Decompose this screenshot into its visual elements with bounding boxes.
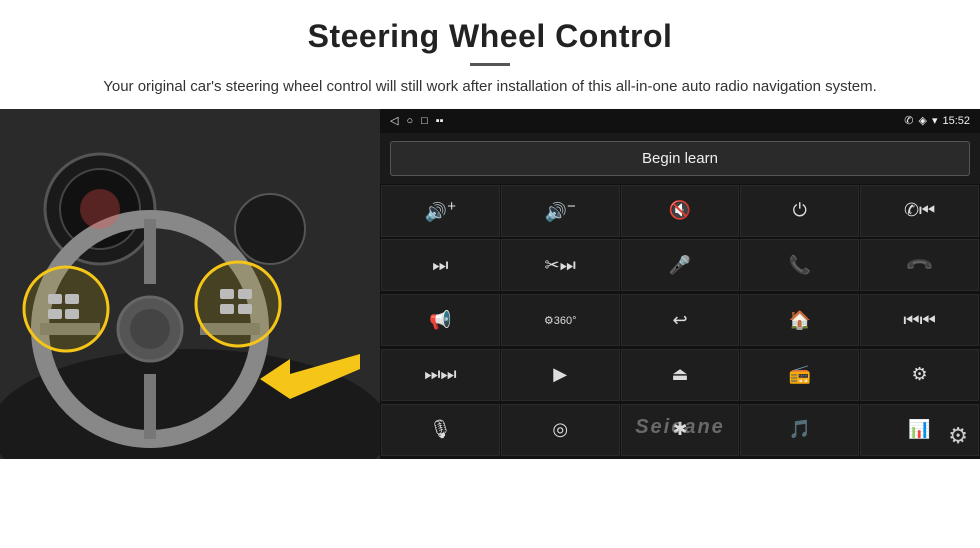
vol-up-icon: 🔊+ — [425, 198, 456, 223]
home-icon: 🏠 — [789, 310, 811, 331]
subtitle: Your original car's steering wheel contr… — [60, 76, 920, 99]
wifi-status-icon: ▾ — [932, 114, 938, 127]
begin-learn-row: Begin learn — [380, 133, 980, 184]
gear-settings-button[interactable]: ⚙ — [948, 423, 968, 449]
bluetooth-button[interactable]: ✱ — [621, 404, 740, 456]
mic2-button[interactable]: 🎙 — [381, 404, 500, 456]
home-nav-icon[interactable]: ○ — [406, 115, 413, 127]
skipback-icon: ⏮⏮ — [903, 310, 935, 331]
phone-prev-icon: ✆⏮ — [904, 200, 935, 221]
mic-icon: 🎤 — [669, 255, 691, 276]
title-divider — [470, 63, 510, 66]
ff-button[interactable]: ✂⏭ — [501, 239, 620, 291]
bluetooth-icon: ✱ — [672, 419, 687, 440]
mic2-icon: 🎙 — [429, 419, 452, 440]
home-button[interactable]: 🏠 — [740, 294, 859, 346]
recent-nav-icon[interactable]: □ — [421, 115, 428, 127]
mute-button[interactable]: 🔇 — [621, 185, 740, 237]
speaker-icon: 📢 — [429, 310, 451, 331]
vol-down-icon: 🔊− — [545, 198, 576, 223]
vol-up-button[interactable]: 🔊+ — [381, 185, 500, 237]
phone-icon: 📞 — [789, 255, 811, 276]
location-status-icon: ◈ — [918, 114, 926, 127]
control-panel: ◁ ○ □ ▪▪ ✆ ◈ ▾ 15:52 Begin learn — [380, 109, 980, 459]
navigate-icon: ▶ — [553, 364, 567, 385]
hangup-icon: 📞 — [904, 250, 935, 281]
hangup-button[interactable]: 📞 — [860, 239, 979, 291]
page-title: Steering Wheel Control — [60, 18, 920, 55]
skipback-button[interactable]: ⏮⏮ — [860, 294, 979, 346]
clock: 15:52 — [942, 115, 970, 127]
eq-settings-icon: ⚙ — [912, 364, 928, 385]
radio-icon: 📻 — [789, 364, 811, 385]
speaker-button[interactable]: 📢 — [381, 294, 500, 346]
radio-button[interactable]: 📻 — [740, 349, 859, 401]
eq-settings-button[interactable]: ⚙ — [860, 349, 979, 401]
next-track-button[interactable]: ⏭ — [381, 239, 500, 291]
power-button[interactable]: ⏻ — [740, 185, 859, 237]
music-button[interactable]: 🎵 — [740, 404, 859, 456]
mic-button[interactable]: 🎤 — [621, 239, 740, 291]
skipfwd-button[interactable]: ⏭⏭ — [381, 349, 500, 401]
vol-down-button[interactable]: 🔊− — [501, 185, 620, 237]
phone-button[interactable]: 📞 — [740, 239, 859, 291]
icon-grid: 🔊+ 🔊− 🔇 ⏻ ✆⏮ ⏭ ✂⏭ 🎤 📞 📞 📢 ⚙360° ↩ 🏠 — [380, 184, 980, 459]
camera360-button[interactable]: ⚙360° — [501, 294, 620, 346]
car-image-panel — [0, 109, 380, 459]
page-container: Steering Wheel Control Your original car… — [0, 0, 980, 548]
phone-prev-button[interactable]: ✆⏮ — [860, 185, 979, 237]
header-section: Steering Wheel Control Your original car… — [0, 0, 980, 109]
music-icon: 🎵 — [789, 419, 811, 440]
skipfwd-icon: ⏭⏭ — [424, 364, 456, 385]
equalizer-icon: 📊 — [908, 419, 930, 440]
next-track-icon: ⏭ — [432, 255, 448, 276]
wheel-button[interactable]: ◎ — [501, 404, 620, 456]
camera360-icon: ⚙360° — [544, 314, 577, 327]
back-button[interactable]: ↩ — [621, 294, 740, 346]
car-interior-svg — [0, 109, 380, 459]
right-panel-wrapper: ◁ ○ □ ▪▪ ✆ ◈ ▾ 15:52 Begin learn — [380, 109, 980, 459]
content-row: ◁ ○ □ ▪▪ ✆ ◈ ▾ 15:52 Begin learn — [0, 109, 980, 548]
back-nav-icon[interactable]: ◁ — [390, 114, 398, 127]
statusbar-right: ✆ ◈ ▾ 15:52 — [904, 114, 970, 127]
navigate-button[interactable]: ▶ — [501, 349, 620, 401]
begin-learn-button[interactable]: Begin learn — [390, 141, 970, 176]
eject-icon: ⏏ — [671, 364, 688, 385]
back-icon: ↩ — [672, 310, 687, 331]
statusbar-left: ◁ ○ □ ▪▪ — [390, 114, 444, 127]
wheel-icon: ◎ — [552, 419, 568, 440]
ff-icon: ✂⏭ — [545, 255, 576, 276]
power-icon: ⏻ — [793, 200, 807, 221]
mute-icon: 🔇 — [669, 200, 691, 221]
android-statusbar: ◁ ○ □ ▪▪ ✆ ◈ ▾ 15:52 — [380, 109, 980, 133]
eject-button[interactable]: ⏏ — [621, 349, 740, 401]
signal-icon: ▪▪ — [436, 115, 444, 127]
phone-status-icon: ✆ — [904, 114, 913, 127]
